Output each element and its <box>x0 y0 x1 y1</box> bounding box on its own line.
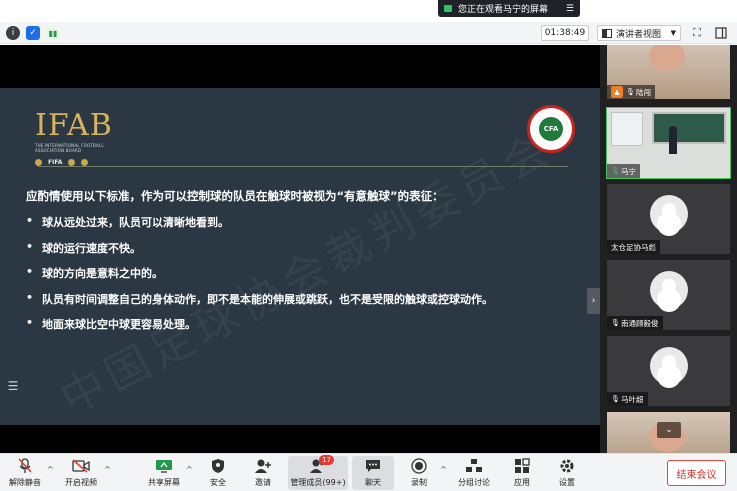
badge-icon <box>35 159 42 166</box>
scroll-down-icon[interactable]: ⌄ <box>657 422 681 438</box>
share-screen-icon <box>155 457 173 475</box>
participant-name: 🎙 南通顾毅俊 <box>607 316 663 330</box>
breakout-icon <box>465 457 483 475</box>
collapse-gallery-icon[interactable]: › <box>587 288 600 314</box>
chevron-up-icon[interactable]: ^ <box>440 465 447 474</box>
start-video-button[interactable]: 开启视频 <box>62 456 100 490</box>
apps-button[interactable]: 应用 <box>508 456 536 490</box>
ifab-logo: IFAB THE INTERNATIONAL FOOTBALL ASSOCIAT… <box>35 108 125 168</box>
shield-icon[interactable]: ✓ <box>26 26 40 40</box>
cfa-logo-text: CFA <box>537 115 565 143</box>
participant-name: 🎙 马叶超 <box>607 392 648 406</box>
record-button[interactable]: 录制 <box>405 456 433 490</box>
user-icon: ▲ <box>611 86 623 98</box>
cfa-logo: CFA <box>527 105 575 153</box>
bullet-item: • 地面来球比空中球更容易处理。 <box>26 316 196 331</box>
unmute-button[interactable]: 解除静音 <box>6 456 44 490</box>
meeting-window: 您正在观看马宁的屏幕 ☰ i ✓ ▮▮ 01:38:49 演讲者视图 ▼ ⛶ 中… <box>0 0 737 491</box>
fifa-logo: FIFA <box>48 159 63 166</box>
signal-icon[interactable]: ▮▮ <box>46 26 60 40</box>
view-mode-dropdown[interactable]: 演讲者视图 ▼ <box>597 25 681 41</box>
chevron-up-icon[interactable]: ^ <box>186 465 193 474</box>
invite-button[interactable]: 邀请 <box>249 456 277 490</box>
video-off-icon <box>72 457 90 475</box>
ifab-member-badges: FIFA <box>35 159 125 166</box>
share-banner[interactable]: 您正在观看马宁的屏幕 ☰ <box>438 0 580 17</box>
end-meeting-button[interactable]: 结束会议 <box>667 460 726 486</box>
slide-bullets: • 球从远处过来，队员可以清晰地看到。 • 球的运行速度不快。 • 球的方向是意料之中… <box>26 214 493 342</box>
participant-gallery: ▲ 🎙 陆闯 🎙 马宁 太仓足协马彪 🎙 南通顾毅俊 🎙 马叶超 ⌄ <box>600 45 737 453</box>
record-icon <box>410 457 428 475</box>
mic-muted-icon: 🎙 <box>611 395 620 403</box>
gear-icon <box>558 457 576 475</box>
chevron-up-icon[interactable]: ^ <box>47 465 54 474</box>
avatar <box>649 347 688 385</box>
speaker-view-icon <box>602 28 612 38</box>
share-banner-text: 您正在观看马宁的屏幕 <box>458 5 549 15</box>
mic-active-icon: 🎙 <box>611 167 620 175</box>
bullet-item: • 球从远处过来，队员可以清晰地看到。 <box>26 214 229 229</box>
share-screen-button[interactable]: 共享屏幕 <box>144 456 184 490</box>
mic-muted-icon: 🎙 <box>611 319 620 327</box>
security-button[interactable]: 安全 <box>204 456 232 490</box>
badge-icon <box>68 159 76 166</box>
bullet-item: • 队员有时间调整自己的身体动作，即不是本能的伸展或跳跃，也不是受限的触球或控球动… <box>26 290 493 306</box>
shared-screen: 中国足球协会裁判委员会 IFAB THE INTERNATIONAL FOOTB… <box>0 45 600 453</box>
screen-share-icon <box>444 5 452 12</box>
top-bar: i ✓ ▮▮ 01:38:49 演讲者视图 ▼ ⛶ <box>0 22 737 44</box>
mic-muted-icon: 🎙 <box>626 88 635 96</box>
member-count-badge: 17 <box>319 455 334 465</box>
chevron-down-icon: ▼ <box>670 29 676 37</box>
mic-muted-icon <box>16 457 34 475</box>
chevron-up-icon[interactable]: ^ <box>104 465 111 474</box>
avatar <box>649 271 688 309</box>
view-mode-label: 演讲者视图 <box>616 29 662 40</box>
breakout-button[interactable]: 分组讨论 <box>456 456 492 490</box>
presentation-slide: 中国足球协会裁判委员会 IFAB THE INTERNATIONAL FOOTB… <box>0 88 600 425</box>
slide-divider <box>38 166 568 167</box>
ifab-logo-subtitle: THE INTERNATIONAL FOOTBALL ASSOCIATION B… <box>35 143 104 153</box>
shield-icon <box>209 457 227 475</box>
participant-tile[interactable]: 🎙 马叶超 <box>607 336 730 406</box>
avatar <box>649 195 688 233</box>
participant-tile[interactable]: 🎙 南通顾毅俊 <box>607 260 730 330</box>
bullet-item: • 球的运行速度不快。 <box>26 239 141 255</box>
manage-members-button[interactable]: 17 管理成员(99+) <box>288 455 348 490</box>
participant-name: 太仓足协马彪 <box>607 240 660 254</box>
bullet-item: • 球的方向是意料之中的。 <box>26 265 163 280</box>
chat-button[interactable]: 聊天 <box>352 456 394 490</box>
meeting-toolbar: 解除静音 ^ 开启视频 ^ 共享屏幕 ^ 安全 邀请 17 管理成员(99+) … <box>0 453 737 491</box>
badge-icon <box>81 159 89 166</box>
participant-tile-active[interactable]: 🎙 马宁 <box>606 107 731 179</box>
participant-tile[interactable]: ⌄ <box>607 412 730 453</box>
participant-name: 🎙 马宁 <box>607 164 640 178</box>
slide-menu-icon[interactable]: ☰ <box>3 376 23 396</box>
participant-tile[interactable]: 太仓足协马彪 <box>607 184 730 254</box>
info-icon[interactable]: i <box>6 26 20 40</box>
apps-icon <box>513 457 531 475</box>
slide-heading: 应酌情使用以下标准，作为可以控制球的队员在触球时被视为“有意触球”的表征： <box>26 189 444 203</box>
chat-icon <box>364 457 382 475</box>
participant-name: ▲ 🎙 陆闯 <box>607 85 655 99</box>
tile-view-icon[interactable] <box>714 26 728 40</box>
fullscreen-icon[interactable]: ⛶ <box>690 26 704 40</box>
settings-button[interactable]: 设置 <box>553 456 581 490</box>
menu-icon[interactable]: ☰ <box>566 4 574 14</box>
meeting-timer: 01:38:49 <box>541 25 589 41</box>
ifab-logo-text: IFAB <box>35 108 113 143</box>
add-user-icon <box>254 457 272 475</box>
participant-tile[interactable]: ▲ 🎙 陆闯 <box>607 45 730 99</box>
